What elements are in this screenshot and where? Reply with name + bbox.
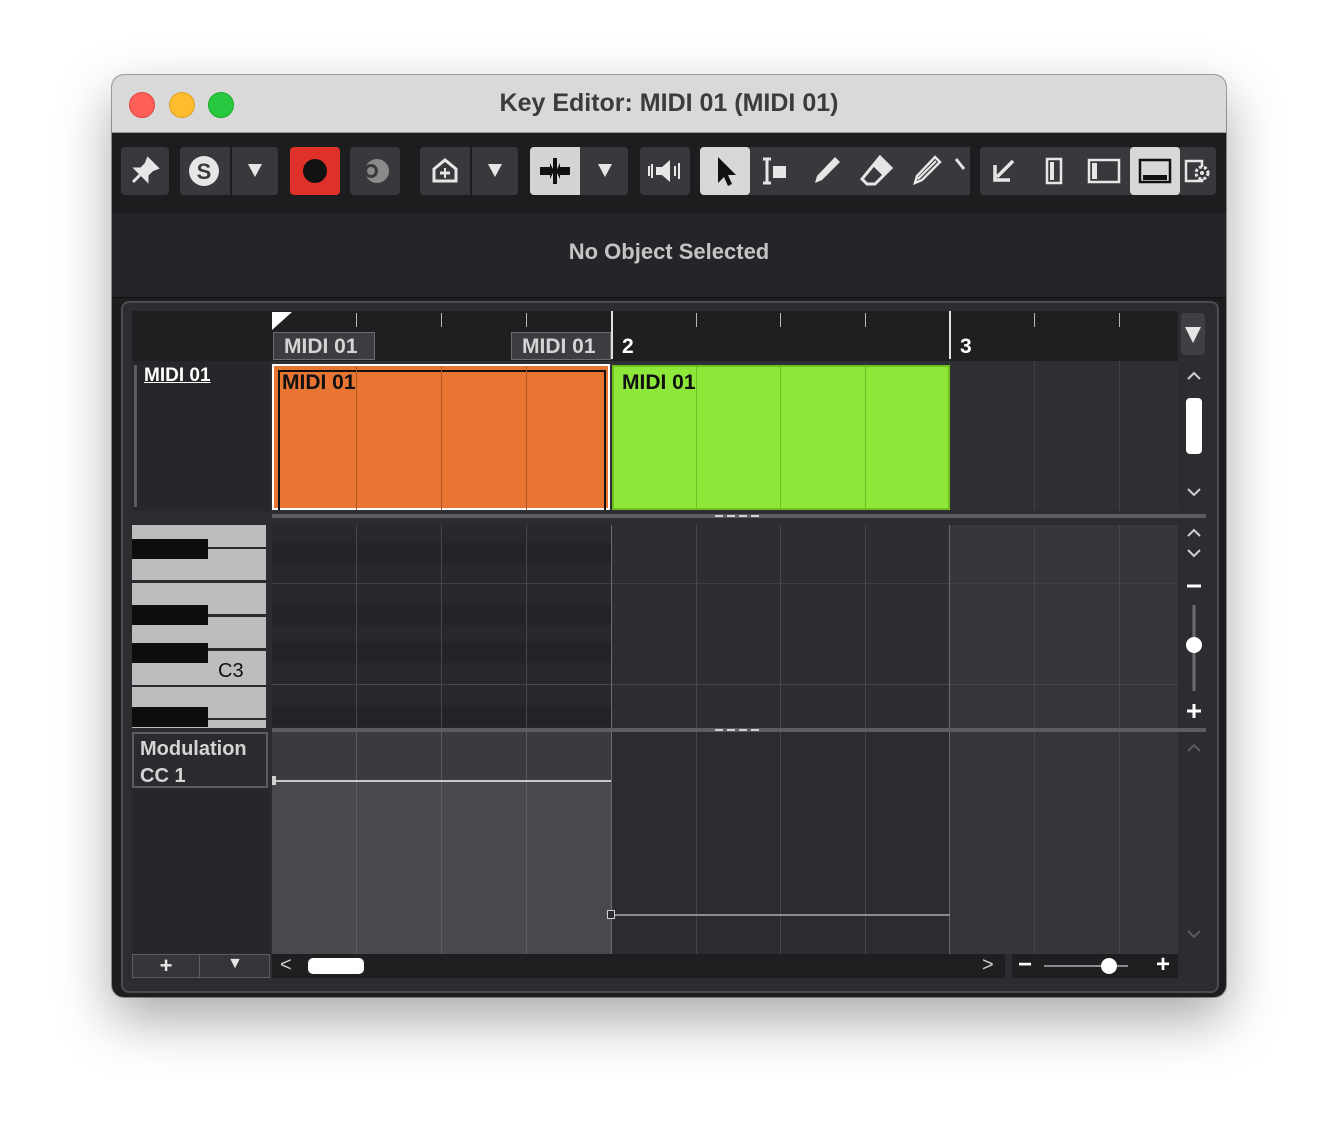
lane-controls: + ▼ <box>132 953 270 979</box>
bar-number-2: 2 <box>622 335 634 358</box>
chevron-right-icon <box>954 158 966 170</box>
pin-button[interactable] <box>121 147 169 195</box>
range-select-icon <box>763 157 786 185</box>
note-display[interactable] <box>272 525 1178 728</box>
controller-cc: CC 1 <box>140 765 186 787</box>
controller-name: Modulation <box>140 738 247 760</box>
left-zone-icon <box>993 159 1015 182</box>
zoom-slider-thumb[interactable] <box>1101 958 1117 974</box>
object-selection-tool[interactable] <box>700 147 750 195</box>
pointer-icon <box>718 157 736 186</box>
record-icon <box>303 159 327 183</box>
zoom-in-button[interactable]: + <box>1156 951 1170 979</box>
record-button[interactable] <box>290 147 340 195</box>
draw-tool[interactable] <box>802 147 850 195</box>
solo-icon: S <box>189 156 219 186</box>
lower-zone-button[interactable] <box>1130 147 1180 195</box>
settings-icon <box>1184 159 1210 183</box>
zoom-out-button[interactable]: − <box>1018 951 1032 979</box>
range-select-tool[interactable] <box>752 147 800 195</box>
lane-menu-button[interactable]: ▼ <box>200 955 270 973</box>
line-icon <box>913 155 942 186</box>
inspector-zone-button[interactable] <box>1080 147 1128 195</box>
controller-scrollbar[interactable] <box>1182 735 1206 950</box>
part-1-label: MIDI 01 <box>282 371 356 394</box>
track-list: MIDI 01 <box>132 361 270 511</box>
cc-event-handle-2[interactable] <box>607 910 615 919</box>
auto-scroll-icon <box>432 158 458 183</box>
speaker-icon <box>648 160 680 182</box>
add-lane-button[interactable]: + <box>133 953 199 979</box>
erase-icon <box>859 154 894 186</box>
cc-event-line-2[interactable] <box>614 914 950 916</box>
scroll-right-button[interactable]: > <box>982 954 994 977</box>
part-2-label: MIDI 01 <box>622 371 696 394</box>
window-title: Key Editor: MIDI 01 (MIDI 01) <box>499 89 839 117</box>
erase-tool[interactable] <box>852 147 900 195</box>
info-line-text: No Object Selected <box>568 239 770 264</box>
controller-display[interactable] <box>272 732 1178 954</box>
note-label-c3: C3 <box>218 660 244 682</box>
settings-button[interactable] <box>1180 147 1216 195</box>
svg-text:S: S <box>197 159 212 184</box>
toolbar: S <box>112 133 1226 213</box>
left-zone-button[interactable] <box>980 147 1028 195</box>
key-editor-window: Key Editor: MIDI 01 (MIDI 01) S No Objec… <box>112 75 1226 997</box>
track-name[interactable]: MIDI 01 <box>144 365 211 387</box>
container-label-1[interactable]: MIDI 01 <box>273 332 375 360</box>
info-line: No Object Selected <box>112 213 1226 298</box>
monitor-button[interactable] <box>350 147 400 195</box>
inspector-zone-icon <box>1087 158 1121 184</box>
horizontal-scroll-thumb[interactable] <box>308 958 364 974</box>
monitor-icon <box>364 159 389 183</box>
part-lane-scrollbar[interactable] <box>1182 363 1206 511</box>
more-tools[interactable] <box>948 147 972 195</box>
horizontal-zoom[interactable]: − + <box>1012 951 1178 979</box>
piano-keyboard[interactable]: C3 <box>132 525 266 728</box>
solo-dropdown-icon[interactable] <box>232 147 278 195</box>
lower-zone-icon <box>1138 158 1172 184</box>
info-zone-icon <box>1045 157 1063 185</box>
snap-button[interactable] <box>530 147 628 195</box>
cc-event-line-1[interactable] <box>274 780 611 782</box>
controller-lane-header[interactable]: Modulation CC 1 <box>132 732 268 788</box>
line-tool[interactable] <box>902 147 950 195</box>
scroll-left-button[interactable]: < <box>280 954 292 977</box>
auto-scroll-button[interactable] <box>420 147 518 195</box>
vertical-zoom-controls[interactable] <box>1182 525 1206 725</box>
title-bar: Key Editor: MIDI 01 (MIDI 01) <box>112 75 1226 133</box>
bar-number-3: 3 <box>960 335 972 358</box>
info-zone-button[interactable] <box>1030 147 1078 195</box>
chevron-down-icon <box>1185 327 1201 343</box>
ruler-options-button[interactable] <box>1181 313 1205 355</box>
acoustic-feedback-button[interactable] <box>640 147 690 195</box>
horizontal-scrollbar[interactable]: < > <box>272 954 1005 978</box>
container-label-2[interactable]: MIDI 01 <box>511 332 611 360</box>
snap-icon <box>540 158 570 184</box>
auto-scroll-dropdown-icon[interactable] <box>472 147 518 195</box>
draw-icon <box>815 157 840 183</box>
snap-dropdown-icon[interactable] <box>582 147 628 195</box>
pin-icon <box>131 156 160 184</box>
cc-event-handle-1[interactable] <box>272 776 276 785</box>
solo-editor-button[interactable]: S <box>180 147 278 195</box>
